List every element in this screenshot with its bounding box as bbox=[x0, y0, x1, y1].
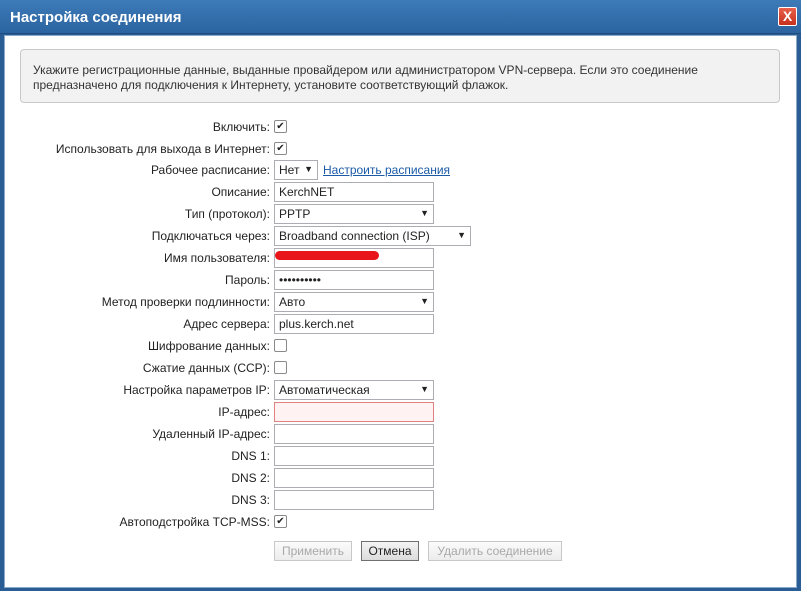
dialog-content: Укажите регистрационные данные, выданные… bbox=[4, 35, 797, 588]
schedule-value: Нет bbox=[279, 163, 300, 177]
tcp-mss-checkbox[interactable] bbox=[274, 515, 287, 528]
server-value: plus.kerch.net bbox=[279, 317, 354, 331]
row-username: Имя пользователя: bbox=[5, 248, 798, 268]
password-label: Пароль: bbox=[225, 273, 270, 287]
chevron-down-icon: ▼ bbox=[457, 230, 466, 240]
row-protocol: Тип (протокол): PPTP ▼ bbox=[5, 204, 798, 224]
auth-label: Метод проверки подлинности: bbox=[101, 295, 270, 309]
description-label: Описание: bbox=[211, 185, 270, 199]
redaction-mark bbox=[275, 251, 379, 260]
row-server: Адрес сервера: plus.kerch.net bbox=[5, 314, 798, 334]
row-tcp-mss: Автоподстройка TCP-MSS: bbox=[5, 513, 798, 531]
enable-label: Включить: bbox=[212, 120, 270, 134]
via-value: Broadband connection (ISP) bbox=[279, 229, 430, 243]
row-password: Пароль: •••••••••• bbox=[5, 270, 798, 290]
ip-address-label: IP-адрес: bbox=[218, 405, 270, 419]
chevron-down-icon: ▼ bbox=[420, 208, 429, 218]
description-value: KerchNET bbox=[279, 185, 335, 199]
dns1-input[interactable] bbox=[274, 446, 434, 466]
internet-label: Использовать для выхода в Интернет: bbox=[55, 142, 270, 156]
remote-ip-label: Удаленный IP-адрес: bbox=[152, 427, 270, 441]
row-enable: Включить: bbox=[5, 118, 798, 136]
enable-checkbox[interactable] bbox=[274, 120, 287, 133]
remote-ip-input[interactable] bbox=[274, 424, 434, 444]
row-compression: Сжатие данных (CCP): bbox=[5, 359, 798, 377]
chevron-down-icon: ▼ bbox=[420, 296, 429, 306]
username-label: Имя пользователя: bbox=[163, 251, 270, 265]
row-description: Описание: KerchNET bbox=[5, 182, 798, 202]
schedule-select[interactable]: Нет ▼ bbox=[274, 160, 318, 180]
title-bar[interactable]: Настройка соединения X bbox=[0, 0, 801, 34]
server-input[interactable]: plus.kerch.net bbox=[274, 314, 434, 334]
ip-settings-select[interactable]: Автоматическая ▼ bbox=[274, 380, 434, 400]
compression-checkbox[interactable] bbox=[274, 361, 287, 374]
info-message: Укажите регистрационные данные, выданные… bbox=[20, 49, 780, 103]
server-label: Адрес сервера: bbox=[183, 317, 270, 331]
row-via: Подключаться через: Broadband connection… bbox=[5, 226, 798, 246]
ip-settings-label: Настройка параметров IP: bbox=[123, 383, 270, 397]
chevron-down-icon: ▼ bbox=[304, 164, 313, 174]
row-dns3: DNS 3: bbox=[5, 490, 798, 510]
internet-checkbox[interactable] bbox=[274, 142, 287, 155]
row-schedule: Рабочее расписание: Нет ▼ Настроить расп… bbox=[5, 160, 798, 180]
apply-button[interactable]: Применить bbox=[274, 541, 352, 561]
protocol-value: PPTP bbox=[279, 207, 311, 221]
configure-schedules-link[interactable]: Настроить расписания bbox=[323, 163, 450, 177]
description-input[interactable]: KerchNET bbox=[274, 182, 434, 202]
auth-select[interactable]: Авто ▼ bbox=[274, 292, 434, 312]
delete-connection-button[interactable]: Удалить соединение bbox=[428, 541, 562, 561]
row-internet: Использовать для выхода в Интернет: bbox=[5, 140, 798, 158]
dns2-input[interactable] bbox=[274, 468, 434, 488]
protocol-select[interactable]: PPTP ▼ bbox=[274, 204, 434, 224]
row-dns2: DNS 2: bbox=[5, 468, 798, 488]
dns3-label: DNS 3: bbox=[231, 493, 270, 507]
row-ip-address: IP-адрес: bbox=[5, 402, 798, 422]
cancel-button[interactable]: Отмена bbox=[361, 541, 419, 561]
dns2-label: DNS 2: bbox=[231, 471, 270, 485]
ip-settings-value: Автоматическая bbox=[279, 383, 370, 397]
dns1-label: DNS 1: bbox=[231, 449, 270, 463]
close-button[interactable]: X bbox=[778, 7, 797, 26]
close-icon: X bbox=[782, 8, 793, 24]
via-select[interactable]: Broadband connection (ISP) ▼ bbox=[274, 226, 471, 246]
schedule-label: Рабочее расписание: bbox=[150, 163, 270, 177]
via-label: Подключаться через: bbox=[151, 229, 270, 243]
encryption-label: Шифрование данных: bbox=[147, 339, 270, 353]
password-input[interactable]: •••••••••• bbox=[274, 270, 434, 290]
chevron-down-icon: ▼ bbox=[420, 384, 429, 394]
row-dns1: DNS 1: bbox=[5, 446, 798, 466]
ip-address-input[interactable] bbox=[274, 402, 434, 422]
auth-value: Авто bbox=[279, 295, 306, 309]
tcp-mss-label: Автоподстройка TCP-MSS: bbox=[119, 515, 270, 529]
encryption-checkbox[interactable] bbox=[274, 339, 287, 352]
compression-label: Сжатие данных (CCP): bbox=[142, 361, 270, 375]
dns3-input[interactable] bbox=[274, 490, 434, 510]
protocol-label: Тип (протокол): bbox=[184, 207, 270, 221]
row-auth: Метод проверки подлинности: Авто ▼ bbox=[5, 292, 798, 312]
connection-settings-dialog: Настройка соединения X Укажите регистрац… bbox=[0, 0, 801, 591]
row-ip-settings: Настройка параметров IP: Автоматическая … bbox=[5, 380, 798, 400]
row-remote-ip: Удаленный IP-адрес: bbox=[5, 424, 798, 444]
password-value: •••••••••• bbox=[279, 273, 322, 287]
dialog-title: Настройка соединения bbox=[10, 9, 182, 26]
row-encryption: Шифрование данных: bbox=[5, 337, 798, 355]
